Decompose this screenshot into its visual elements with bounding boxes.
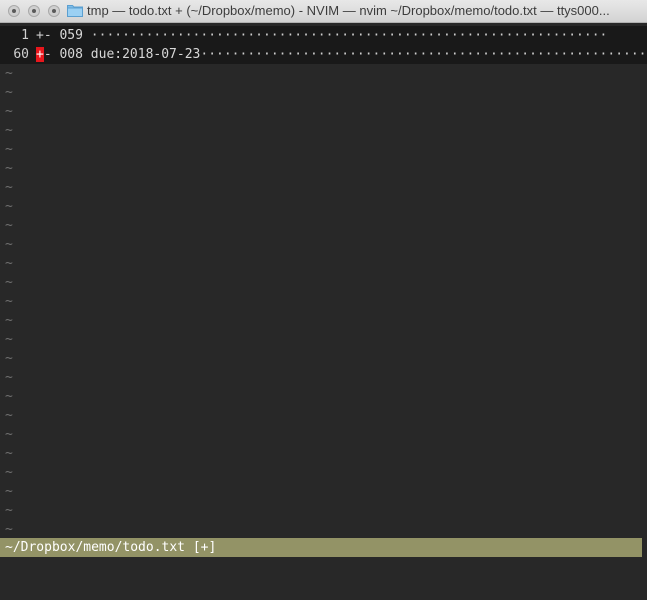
empty-line-tilde: ~ [5,446,13,461]
close-window-button[interactable] [8,5,20,17]
command-line[interactable] [0,557,647,600]
fold-marker: +- [36,45,52,64]
empty-line-tilde: ~ [5,85,13,100]
empty-line-tilde: ~ [5,275,13,290]
empty-line-tilde: ~ [5,180,13,195]
fold-marker-rest: - [43,47,52,62]
empty-line-tilde: ~ [5,408,13,423]
empty-line-tilde: ~ [5,104,13,119]
empty-line-tilde: ~ [5,332,13,347]
empty-line-tilde: ~ [5,389,13,404]
empty-line-markers: ~ ~ ~ ~ ~ ~ ~ ~ ~ ~ ~ ~ ~ ~ ~ ~ ~ ~ ~ ~ ~ ~ ~ ~ ~ [5,64,17,539]
line-number: 1 [21,28,29,43]
fold-line[interactable]: 1 +- 059 ································… [0,26,647,45]
fold-text: 008 due:2018-07-23 [51,47,201,62]
empty-line-tilde: ~ [5,465,13,480]
empty-line-tilde: ~ [5,237,13,252]
empty-line-tilde: ~ [5,351,13,366]
empty-line-tilde: ~ [5,370,13,385]
fold-marker: +- [36,28,52,43]
empty-line-tilde: ~ [5,218,13,233]
empty-line-tilde: ~ [5,294,13,309]
empty-line-tilde: ~ [5,256,13,271]
terminal-window: tmp — todo.txt + (~/Dropbox/memo) - NVIM… [0,0,647,600]
empty-line-tilde: ~ [5,427,13,442]
folder-icon [67,5,83,17]
window-title: tmp — todo.txt + (~/Dropbox/memo) - NVIM… [87,3,610,18]
fold-text: 059 [51,28,91,43]
line-number: 60 [13,47,29,62]
empty-line-tilde: ~ [5,161,13,176]
fold-filler: ········································… [90,28,608,43]
empty-line-tilde: ~ [5,484,13,499]
empty-line-tilde: ~ [5,313,13,328]
empty-line-tilde: ~ [5,503,13,518]
empty-line-tilde: ~ [5,123,13,138]
status-line: ~/Dropbox/memo/todo.txt [+] [0,538,642,557]
empty-line-tilde: ~ [5,66,13,81]
empty-line-tilde: ~ [5,199,13,214]
text-cursor: + [36,47,44,62]
minimize-window-button[interactable] [28,5,40,17]
fold-filler: ········································… [200,47,647,62]
zoom-window-button[interactable] [48,5,60,17]
editor-area[interactable]: 1 +- 059 ································… [0,23,647,600]
empty-line-tilde: ~ [5,522,13,537]
title-bar[interactable]: tmp — todo.txt + (~/Dropbox/memo) - NVIM… [0,0,647,23]
empty-line-tilde: ~ [5,142,13,157]
fold-line[interactable]: 60 +- 008 due:2018-07-23·················… [0,45,647,64]
